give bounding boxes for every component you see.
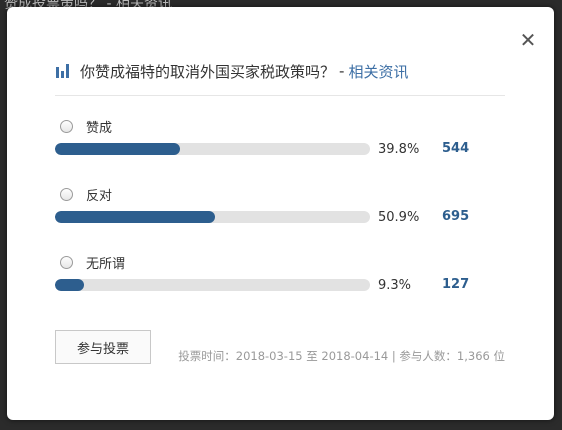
option-vote-count: 544 (442, 141, 470, 156)
poll-option: 反对 50.9% 695 (55, 185, 515, 245)
option-percent: 50.9% (378, 210, 420, 225)
option-label: 反对 (86, 188, 113, 204)
option-percent: 9.3% (378, 278, 412, 293)
option-label-row: 赞成 (55, 117, 113, 136)
option-vote-count: 127 (442, 277, 470, 292)
option-label: 赞成 (86, 120, 113, 136)
radio-icon[interactable] (60, 255, 73, 269)
poll-dialog: ✕ 你赞成福特的取消外国买家税政策吗？ - 相关资讯 赞成 39.8% 544 … (7, 7, 554, 420)
poll-option: 赞成 39.8% 544 (55, 117, 515, 177)
option-label-row: 无所谓 (55, 253, 126, 272)
title-separator: - (339, 62, 345, 80)
close-icon[interactable]: ✕ (518, 29, 538, 51)
result-bar-track (55, 143, 370, 155)
related-news-link[interactable]: 相关资讯 (348, 61, 408, 82)
poll-footer-info: 投票时间：2018-03-15 至 2018-04-14 | 参与人数：1,36… (178, 349, 505, 363)
option-label-row: 反对 (55, 185, 113, 204)
poll-option: 无所谓 9.3% 127 (55, 253, 515, 313)
result-bar-track (55, 211, 370, 223)
result-bar-fill (55, 279, 85, 291)
header-divider (55, 95, 505, 96)
radio-icon[interactable] (60, 187, 73, 201)
option-percent: 39.8% (378, 142, 420, 157)
poll-header: 你赞成福特的取消外国买家税政策吗？ - 相关资讯 (56, 58, 514, 84)
option-vote-count: 695 (442, 209, 470, 224)
bar-chart-icon (56, 64, 69, 78)
result-bar-fill (55, 211, 216, 223)
option-label: 无所谓 (86, 256, 126, 272)
poll-question: 你赞成福特的取消外国买家税政策吗？ (80, 62, 336, 81)
result-bar-fill (55, 143, 181, 155)
radio-icon[interactable] (60, 119, 73, 133)
result-bar-track (55, 279, 370, 291)
vote-button[interactable]: 参与投票 (55, 330, 151, 364)
